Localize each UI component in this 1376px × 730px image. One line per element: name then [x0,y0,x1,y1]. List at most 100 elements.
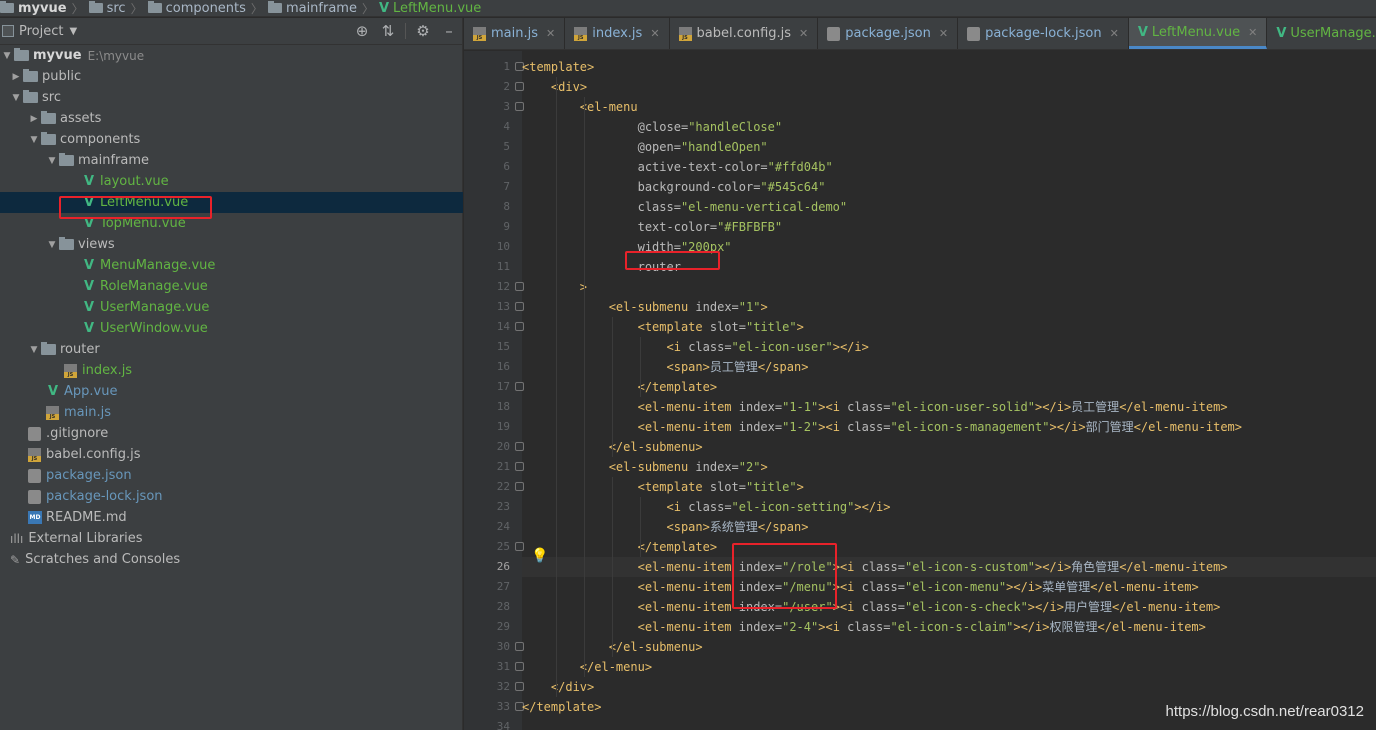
tab-main-js[interactable]: main.js✕ [464,18,566,49]
json-file-icon [28,489,41,504]
code-line[interactable]: text-color="#FBFBFB" [522,217,1376,237]
hide-panel-icon[interactable]: – [436,22,462,40]
expanded-arrow-icon[interactable]: ▼ [45,156,59,166]
collapsed-arrow-icon[interactable]: ▶ [27,114,41,124]
tree-item-router[interactable]: ▼ router [0,339,463,360]
code-line[interactable]: <span>员工管理</span> [522,357,1376,377]
close-icon[interactable]: ✕ [1110,27,1119,40]
code-line[interactable]: </template> [522,377,1376,397]
tree-item-mainframe[interactable]: ▼ mainframe [0,150,463,171]
tab-usermanage-vue[interactable]: VUserManage.vue✕ [1267,18,1376,49]
breadcrumb-item-mainframe[interactable]: mainframe [267,1,357,16]
tree-item-scratches[interactable]: ✎ Scratches and Consoles [0,549,463,570]
tree-item-views[interactable]: ▼ views [0,234,463,255]
code-line[interactable]: </div> [522,677,1376,697]
code-line[interactable]: <template slot="title"> [522,477,1376,497]
close-icon[interactable]: ✕ [546,27,555,40]
close-icon[interactable]: ✕ [799,27,808,40]
gear-icon[interactable]: ⚙ [410,22,436,40]
close-icon[interactable]: ✕ [650,27,659,40]
code-line[interactable]: background-color="#545c64" [522,177,1376,197]
expanded-arrow-icon[interactable]: ▼ [0,51,14,61]
code-line[interactable]: class="el-menu-vertical-demo" [522,197,1376,217]
code-line[interactable]: <el-menu-item index="/role"><i class="el… [522,557,1376,577]
line-number: 29 [496,620,510,633]
expanded-arrow-icon[interactable]: ▼ [45,240,59,250]
tree-item-app-vue[interactable]: V App.vue [0,381,463,402]
code-line[interactable]: <el-menu [522,97,1376,117]
close-icon[interactable]: ✕ [1248,26,1257,39]
breadcrumb-item-components[interactable]: components [147,1,246,16]
folder-icon [147,1,162,13]
tree-item-gitignore[interactable]: .gitignore [0,423,463,444]
expanded-arrow-icon[interactable]: ▼ [27,345,41,355]
code-line[interactable]: @open="handleOpen" [522,137,1376,157]
code-line[interactable]: <template slot="title"> [522,317,1376,337]
project-view-selector[interactable]: Project [19,24,63,39]
code-line[interactable]: > [522,277,1376,297]
tree-item-rolemanage-vue[interactable]: V RoleManage.vue [0,276,463,297]
code-line[interactable]: </template> [522,537,1376,557]
code-line[interactable]: <el-submenu index="1"> [522,297,1376,317]
code-line[interactable]: <el-menu-item index="2-4"><i class="el-i… [522,617,1376,637]
line-number: 17 [496,380,510,393]
tree-item-public[interactable]: ▶ public [0,66,463,87]
chevron-down-icon[interactable]: ▼ [69,26,77,37]
line-number: 22 [496,480,510,493]
code-line[interactable]: <el-menu-item index="1-1"><i class="el-i… [522,397,1376,417]
tree-item-package-json[interactable]: package.json [0,465,463,486]
code-line[interactable]: </el-submenu> [522,637,1376,657]
line-number: 4 [503,120,510,133]
tree-item-layout-vue[interactable]: V layout.vue [0,171,463,192]
line-number: 20 [496,440,510,453]
line-number: 13 [496,300,510,313]
tree-item-babel-config[interactable]: babel.config.js [0,444,463,465]
tree-item-menumanage-vue[interactable]: V MenuManage.vue [0,255,463,276]
code-area[interactable]: <template> <div> <el-menu @close="handle… [522,51,1376,730]
code-line[interactable]: <div> [522,77,1376,97]
tree-item-src[interactable]: ▼ src [0,87,463,108]
locate-file-icon[interactable]: ⊕ [349,22,375,40]
vue-file-icon: V [1137,24,1148,40]
code-line[interactable]: <i class="el-icon-user"></i> [522,337,1376,357]
lightbulb-icon[interactable]: 💡 [531,548,548,564]
expanded-arrow-icon[interactable]: ▼ [27,135,41,145]
code-line[interactable]: </el-submenu> [522,437,1376,457]
expanded-arrow-icon[interactable]: ▼ [9,93,23,103]
indent-guide [612,317,613,457]
breadcrumb-item-myvue[interactable]: myvue [0,1,67,16]
collapsed-arrow-icon[interactable]: ▶ [9,72,23,82]
breadcrumb-item-leftmenu[interactable]: V LeftMenu.vue [379,1,481,16]
breadcrumb-item-src[interactable]: src [88,1,126,16]
code-line[interactable]: </el-menu> [522,657,1376,677]
code-line[interactable]: <span>系统管理</span> [522,517,1376,537]
tab-babel-config[interactable]: babel.config.js✕ [670,18,819,49]
tree-item-myvue[interactable]: ▼ myvue E:\myvue [0,45,463,66]
tree-item-assets[interactable]: ▶ assets [0,108,463,129]
tree-item-main-js[interactable]: main.js [0,402,463,423]
code-line[interactable]: <el-menu-item index="/user"><i class="el… [522,597,1376,617]
tab-index-js[interactable]: index.js✕ [565,18,670,49]
tree-item-external-libraries[interactable]: ıllı External Libraries [0,528,463,549]
code-line[interactable]: @close="handleClose" [522,117,1376,137]
tab-package-json[interactable]: package.json ✕ [818,18,959,49]
line-number: 21 [496,460,510,473]
code-line[interactable]: <el-menu-item index="1-2"><i class="el-i… [522,417,1376,437]
code-line[interactable]: <i class="el-icon-setting"></i> [522,497,1376,517]
tree-item-index-js[interactable]: index.js [0,360,463,381]
collapse-all-icon[interactable]: ⇅ [375,22,401,40]
close-icon[interactable]: ✕ [939,27,948,40]
tree-item-readme[interactable]: MD README.md [0,507,463,528]
tree-item-package-lock-json[interactable]: package-lock.json [0,486,463,507]
code-line[interactable]: active-text-color="#ffd04b" [522,157,1376,177]
json-file-icon [967,26,981,41]
code-line[interactable]: <el-submenu index="2"> [522,457,1376,477]
code-line[interactable]: <el-menu-item index="/menu"><i class="el… [522,577,1376,597]
tree-item-components[interactable]: ▼ components [0,129,463,150]
tab-package-lock-json[interactable]: package-lock.json ✕ [958,18,1129,49]
tab-leftmenu-vue[interactable]: V LeftMenu.vue ✕ [1128,18,1268,49]
tree-item-usermanage-vue[interactable]: V UserManage.vue [0,297,463,318]
code-line[interactable]: <template> [522,57,1376,77]
vue-file-icon: V [83,300,95,315]
tree-item-userwindow-vue[interactable]: V UserWindow.vue [0,318,463,339]
